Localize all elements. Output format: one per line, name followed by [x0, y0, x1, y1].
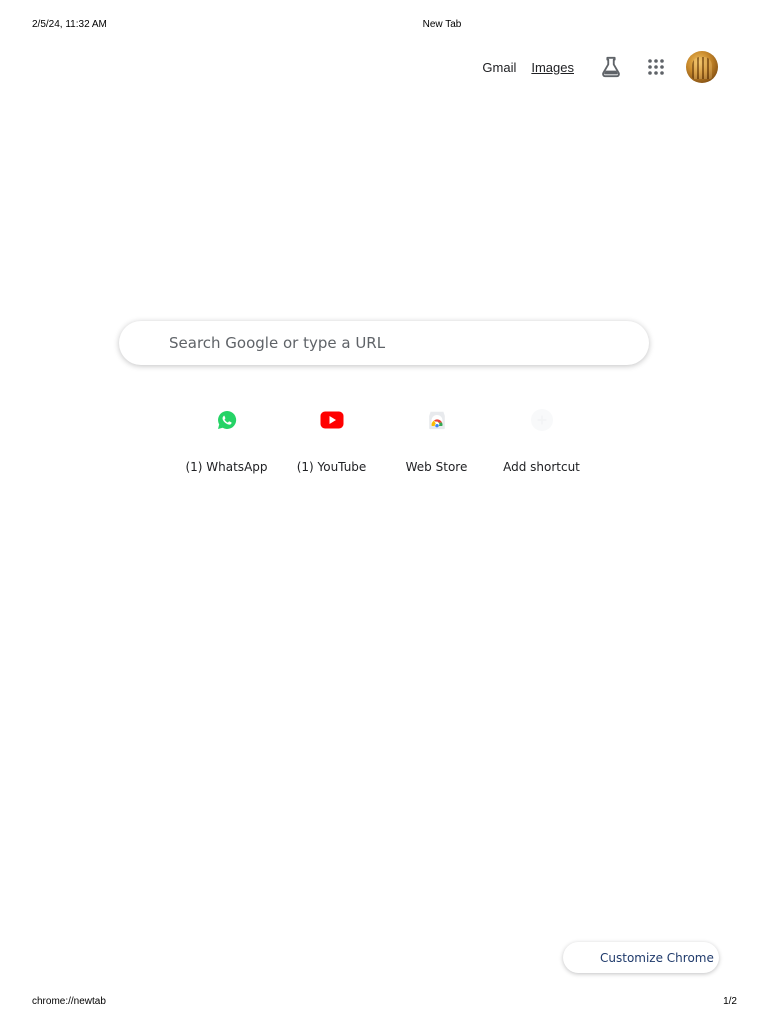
search-box[interactable] [119, 321, 649, 365]
new-tab-page: 2/5/24, 11:32 AM New Tab Gmail Images Se… [0, 0, 768, 1024]
print-footer-page: 1/2 [723, 996, 737, 1007]
add-shortcut-button[interactable]: Add shortcut [489, 396, 594, 474]
shortcut-label: (1) WhatsApp [185, 460, 268, 474]
shortcut-tile-web-store[interactable]: Web Store [384, 396, 489, 474]
shortcut-tile-whatsapp[interactable]: (1) WhatsApp [174, 396, 279, 474]
shortcut-icon-container [518, 396, 566, 444]
whatsapp-icon [217, 411, 236, 429]
shortcut-icon-container [203, 396, 251, 444]
google-g-icon [137, 333, 157, 353]
customize-chrome-label: Customize Chrome [600, 950, 714, 965]
youtube-icon [320, 411, 343, 429]
print-footer-url: chrome://newtab [32, 996, 106, 1007]
account-avatar[interactable] [686, 51, 718, 83]
add-icon [530, 409, 553, 431]
search-labs-button[interactable] [594, 50, 628, 84]
shortcut-label: Add shortcut [503, 460, 580, 474]
print-header-title: New Tab [422, 19, 462, 30]
google-top-bar: Gmail Images [482, 50, 718, 84]
shortcut-label: Web Store [405, 460, 468, 474]
flask-icon [602, 56, 620, 78]
gmail-link[interactable]: Gmail [482, 60, 516, 75]
chrome-web-store-icon [428, 411, 445, 430]
shortcut-icon-container [308, 396, 356, 444]
shortcut-tile-youtube[interactable]: (1) YouTube [279, 396, 384, 474]
pencil-icon [581, 951, 595, 965]
shortcut-label: (1) YouTube [296, 460, 367, 474]
images-link[interactable]: Images [531, 60, 574, 75]
shortcuts-grid: (1) WhatsApp (1) YouTube Web Store Add s… [174, 396, 594, 474]
shortcut-icon-container [413, 396, 461, 444]
search-input[interactable] [169, 323, 609, 363]
google-apps-button[interactable] [639, 50, 673, 84]
customize-chrome-button[interactable]: Customize Chrome [563, 942, 719, 973]
apps-grid-icon [648, 59, 664, 75]
